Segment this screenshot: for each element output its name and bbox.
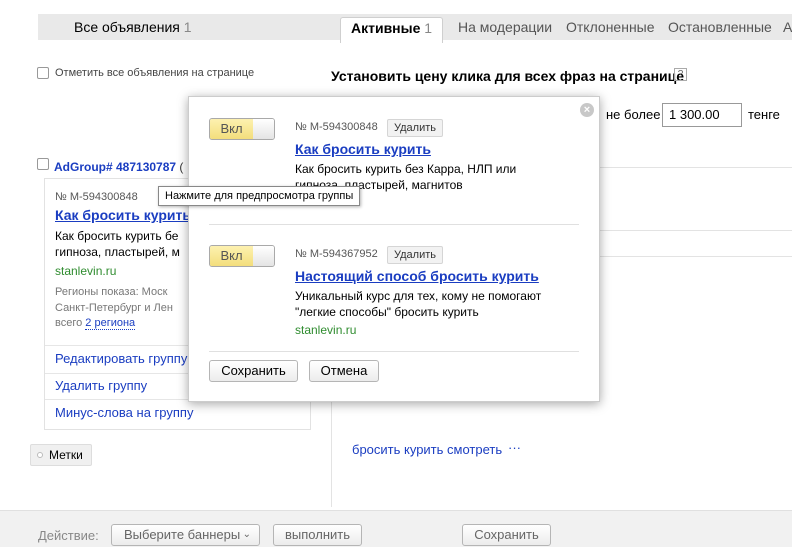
ad1-text-line1: Как бросить курить без Карра, НЛП или xyxy=(295,162,517,176)
chevron-down-icon: ⌄ xyxy=(242,529,251,540)
banner-select[interactable]: Выберите баннеры ⌄ xyxy=(111,524,260,546)
group-preview-tooltip: Нажмите для предпросмотра группы xyxy=(158,186,361,206)
ad2-toggle-label: Вкл xyxy=(210,246,254,266)
help-icon[interactable]: ? xyxy=(674,68,687,81)
ad2-text-line1: Уникальный курс для тех, кому не помогаю… xyxy=(295,289,542,303)
tab-moderation[interactable]: На модерации xyxy=(458,19,552,35)
ad1-toggle[interactable]: Вкл xyxy=(209,118,275,140)
status-tabs-bar: Все объявления 1 Активные 1 На модерации… xyxy=(38,14,792,43)
group-title-text: AdGroup# 487130787 xyxy=(54,160,177,174)
tab-active-count: 1 xyxy=(424,20,433,36)
delete-group-link[interactable]: Удалить группу xyxy=(55,378,147,393)
edit-group-link[interactable]: Редактировать группу xyxy=(55,351,187,366)
ad2-text-line2: "легкие способы" бросить курить xyxy=(295,305,479,319)
divider xyxy=(600,167,792,168)
group-title-tail: ( xyxy=(179,160,184,174)
execute-button[interactable]: выполнить xyxy=(273,524,362,546)
bottom-save-button[interactable]: Сохранить xyxy=(462,524,551,546)
close-icon[interactable]: × xyxy=(580,103,594,117)
popup-cancel-button[interactable]: Отмена xyxy=(309,360,379,382)
group-regions-total: всего 2 региона xyxy=(55,317,136,330)
group-ad-domain: stanlevin.ru xyxy=(55,264,117,278)
toggle-knob xyxy=(253,246,274,266)
group-checkbox[interactable] xyxy=(37,158,49,170)
ad2-title[interactable]: Настоящий способ бросить курить xyxy=(295,268,539,284)
group-ad-number: № M-594300848 xyxy=(55,191,138,203)
minus-words-link[interactable]: Минус-слова на группу xyxy=(55,405,193,420)
divider xyxy=(600,256,792,257)
tab-active[interactable]: Активные 1 xyxy=(340,17,444,43)
toggle-knob xyxy=(253,119,274,139)
price-currency: тенге xyxy=(748,107,780,122)
tags-button[interactable]: Метки xyxy=(30,444,92,466)
ad2-domain: stanlevin.ru xyxy=(295,323,357,337)
group-title[interactable]: AdGroup# 487130787 ( xyxy=(54,160,183,174)
ad2-number: № M-594367952 xyxy=(295,248,378,260)
divider xyxy=(209,351,579,352)
tab-archive[interactable]: А xyxy=(783,19,792,35)
group-regions-line2: Санкт-Петербург и Лен xyxy=(55,302,173,314)
group-regions-line1: Регионы показа: Моск xyxy=(55,286,168,298)
tags-button-label: Метки xyxy=(49,448,83,462)
select-all-checkbox[interactable] xyxy=(37,67,49,79)
tab-stopped[interactable]: Остановленные xyxy=(668,19,772,35)
regions-link[interactable]: 2 региона xyxy=(85,317,136,330)
ad2-delete-button[interactable]: Удалить xyxy=(387,246,443,264)
tab-all-count: 1 xyxy=(183,19,192,35)
tab-rejected[interactable]: Отклоненные xyxy=(566,19,655,35)
phrase-link[interactable]: бросить курить смотреть xyxy=(352,442,502,457)
ad1-toggle-label: Вкл xyxy=(210,119,254,139)
tab-active-label: Активные xyxy=(351,20,421,36)
tag-icon xyxy=(37,452,43,458)
tab-all-ads[interactable]: Все объявления 1 xyxy=(74,19,192,35)
divider xyxy=(331,402,332,507)
more-icon[interactable]: ··· xyxy=(508,440,521,455)
group-ad-text-line1: Как бросить курить бе xyxy=(55,229,179,243)
ad1-title[interactable]: Как бросить курить xyxy=(295,141,431,157)
banner-select-value: Выберите баннеры xyxy=(124,527,241,542)
price-prefix: не более xyxy=(606,107,661,122)
select-all-label: Отметить все объявления на странице xyxy=(55,67,255,79)
group-preview-popup: × Вкл № M-594300848 Удалить Как бросить … xyxy=(188,96,600,402)
group-ad-text-line2: гипноза, пластырей, м xyxy=(55,245,180,259)
group-ad-title[interactable]: Как бросить курить xyxy=(55,207,190,223)
ad2-toggle[interactable]: Вкл xyxy=(209,245,275,267)
divider xyxy=(600,230,792,231)
ad1-delete-button[interactable]: Удалить xyxy=(387,119,443,137)
action-label: Действие: xyxy=(38,528,99,543)
popup-save-button[interactable]: Сохранить xyxy=(209,360,298,382)
tab-all-label: Все объявления xyxy=(74,19,180,35)
divider xyxy=(209,224,579,225)
bottom-action-bar: Действие: Выберите баннеры ⌄ выполнить С… xyxy=(0,510,792,547)
price-input[interactable]: 1 300.00 xyxy=(662,103,742,127)
regions-total-prefix: всего xyxy=(55,317,83,329)
ad1-number: № M-594300848 xyxy=(295,121,378,133)
price-title: Установить цену клика для всех фраз на с… xyxy=(331,68,685,84)
